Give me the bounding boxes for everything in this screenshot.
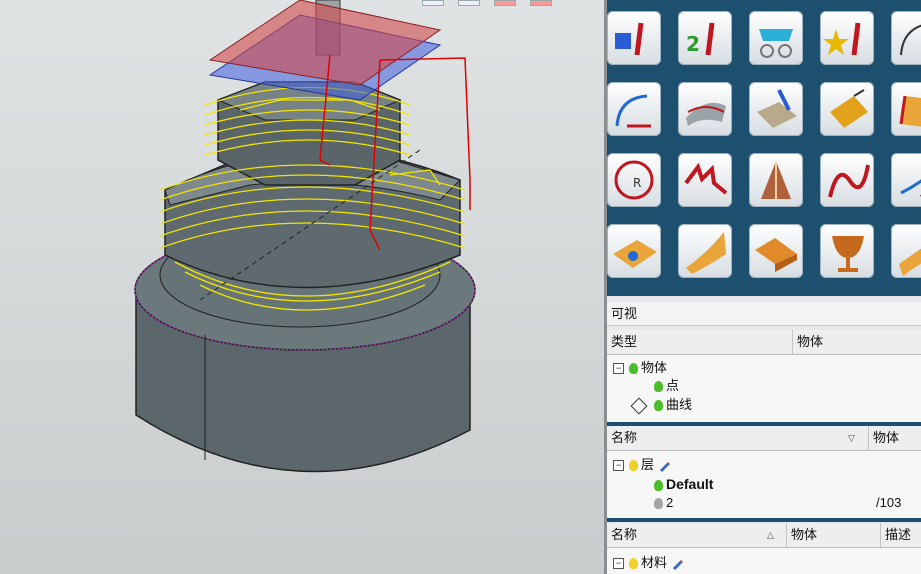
cone-surface-icon [761, 161, 791, 199]
flat-surface-icon [613, 240, 657, 268]
circle-radius-icon: R [614, 160, 654, 200]
layers-table-header: 名称 ▽ 物体 [607, 426, 921, 451]
visibility-table-header: 类型 物体 [607, 330, 921, 355]
palette-button-surface-edge[interactable] [891, 82, 921, 136]
measure-info-icon [900, 24, 921, 56]
layer-object-count: /103 [876, 495, 902, 510]
glasses-check-icon [759, 29, 793, 58]
lightbulb-icon[interactable] [654, 498, 663, 510]
star-info-icon [823, 22, 861, 56]
extend-curve-icon [900, 179, 921, 197]
palette-button-zigzag-curve[interactable] [678, 153, 732, 207]
lightbulb-icon[interactable] [654, 381, 663, 393]
palette-button-measure-info[interactable] [891, 11, 921, 65]
palette-button-glasses-check[interactable] [749, 11, 803, 65]
panel-separator [607, 518, 921, 522]
pencil-icon[interactable] [658, 460, 671, 472]
tree-label: 材料 [641, 555, 668, 570]
curved-sheet-icon [686, 232, 726, 274]
right-side-panel: 2R 可视 类型 物体 − 物体 点 曲线 名称 ▽ 物体 − 层 Default … [607, 0, 921, 574]
tree-label: 物体 [641, 360, 668, 375]
folded-sheet-icon [755, 238, 797, 272]
lightbulb-icon[interactable] [629, 460, 638, 472]
palette-button-curve-offset[interactable] [607, 82, 661, 136]
palette-button-goblet[interactable] [820, 224, 874, 278]
palette-button-folded-sheet[interactable] [749, 224, 803, 278]
tree-row-layers[interactable]: − 层 [613, 456, 671, 474]
palette-button-surface-flip[interactable] [820, 82, 874, 136]
column-header-type[interactable]: 类型 [607, 330, 793, 354]
palette-button-extend-curve[interactable] [891, 153, 921, 207]
palette-button-swept-sheet[interactable] [891, 224, 921, 278]
swept-sheet-icon [899, 248, 921, 276]
lightbulb-icon[interactable] [654, 480, 663, 492]
tree-label: 曲线 [666, 397, 693, 412]
lightbulb-icon[interactable] [629, 558, 638, 570]
column-header-object[interactable]: 物体 [869, 426, 921, 450]
column-header-name[interactable]: 名称 [607, 426, 869, 450]
column-header-object[interactable]: 物体 [787, 523, 881, 547]
palette-button-spline[interactable] [820, 153, 874, 207]
column-header-name[interactable]: 名称 [607, 523, 787, 547]
layers-tree: − 层 Default 2/103 [607, 451, 921, 518]
diamond-icon[interactable] [630, 397, 648, 415]
svg-text:R: R [633, 176, 641, 190]
tree-label: 2 [666, 495, 674, 510]
tree-row-curves[interactable]: 曲线 [630, 396, 693, 415]
tree-row-layer-2[interactable]: 2/103 [651, 494, 921, 512]
visibility-tree: − 物体 点 曲线 [607, 355, 921, 422]
tree-row-object[interactable]: − 物体 [613, 359, 667, 377]
tree-row-points[interactable]: 点 [651, 377, 679, 395]
svg-text:2: 2 [686, 32, 700, 56]
palette-button-two-info[interactable]: 2 [678, 11, 732, 65]
palette-button-star-info[interactable] [820, 11, 874, 65]
sort-up-icon[interactable]: △ [767, 523, 774, 547]
collapse-icon[interactable]: − [613, 558, 624, 570]
pencil-icon[interactable] [671, 558, 684, 570]
lightbulb-icon[interactable] [654, 400, 663, 412]
palette-button-circle-radius[interactable]: R [607, 153, 661, 207]
column-header-description[interactable]: 描述 [881, 523, 921, 547]
tree-label: 点 [666, 378, 680, 393]
palette-button-surface-curve[interactable] [678, 82, 732, 136]
surface-edge-icon [899, 95, 921, 127]
3d-viewport[interactable] [0, 0, 604, 574]
tree-row-default-layer[interactable]: Default [651, 475, 713, 493]
palette-button-flat-surface[interactable] [607, 224, 661, 278]
surface-pencil-icon [757, 89, 797, 128]
goblet-icon [832, 236, 864, 272]
surface-flip-icon [830, 89, 868, 128]
materials-tree: − 材料 [607, 548, 921, 574]
two-info-icon: 2 [686, 22, 715, 56]
collapse-icon[interactable]: − [613, 460, 624, 472]
curve-offset-icon [615, 94, 651, 128]
tree-label: Default [666, 476, 714, 492]
palette-button-surface-pencil[interactable] [749, 82, 803, 136]
palette-button-cube-info[interactable] [607, 11, 661, 65]
lightbulb-icon[interactable] [629, 363, 638, 375]
spline-icon [828, 164, 870, 198]
visibility-panel-title: 可视 [607, 302, 921, 326]
tree-label: 层 [641, 457, 655, 472]
column-header-object[interactable]: 物体 [793, 330, 921, 354]
surface-curve-icon [686, 102, 726, 126]
sort-down-icon[interactable]: ▽ [848, 426, 855, 450]
zigzag-curve-icon [684, 162, 728, 195]
palette-button-cone-surface[interactable] [749, 153, 803, 207]
materials-table-header: 名称 △ 物体 描述 [607, 523, 921, 548]
collapse-icon[interactable]: − [613, 363, 624, 375]
tool-palette: 2R [607, 0, 921, 296]
tree-row-materials[interactable]: − 材料 [613, 554, 684, 572]
machining-model-render [134, 0, 476, 473]
cube-info-icon [615, 22, 644, 56]
palette-button-curved-sheet[interactable] [678, 224, 732, 278]
